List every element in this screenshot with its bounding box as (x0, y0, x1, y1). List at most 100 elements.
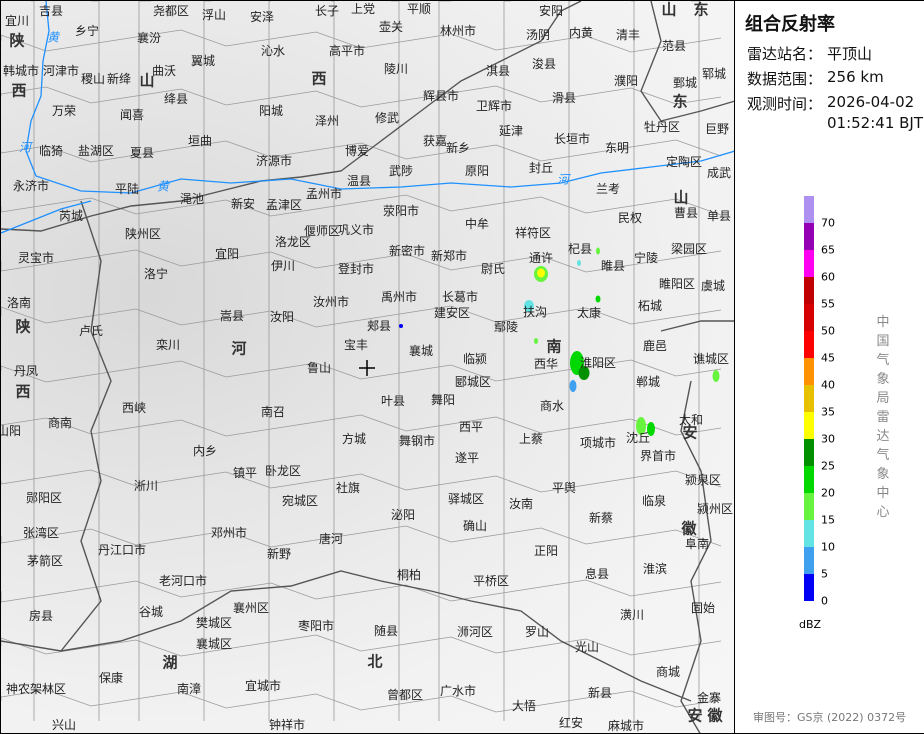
colorbar-tick-label: 25 (821, 459, 835, 473)
place-label: 韩城市 (2, 64, 40, 78)
place-label: 新绛 (106, 72, 132, 86)
place-label: 浉河区 (456, 625, 494, 639)
place-label: 修武 (374, 111, 400, 125)
place-label: 禹州市 (380, 290, 418, 304)
province-label: 西 (11, 81, 27, 100)
colorbar-segment (804, 277, 814, 304)
colorbar-segment (804, 358, 814, 385)
colorbar-tick-label: 15 (821, 513, 835, 527)
place-label: 淇县 (485, 64, 511, 78)
place-label: 新野 (266, 547, 292, 561)
place-label: 临猗 (38, 144, 64, 158)
place-label: 鄄城 (672, 76, 698, 90)
place-label: 吉县 (38, 4, 64, 18)
place-label: 阜南 (684, 537, 710, 551)
place-label: 南漳 (176, 682, 202, 696)
place-label: 广水市 (439, 684, 477, 698)
place-label: 兰考 (595, 182, 621, 196)
place-label: 商城 (655, 665, 681, 679)
place-label: 洛龙区 (274, 235, 312, 249)
place-label: 鄢陵 (493, 320, 519, 334)
colorbar-segment (804, 304, 814, 331)
place-label: 温县 (346, 174, 372, 188)
place-label: 巨野 (704, 122, 730, 136)
place-label: 柘城 (637, 299, 663, 313)
province-label: 徽 (707, 706, 723, 725)
place-label: 宜川 (4, 14, 30, 28)
colorbar-tick-label: 0 (821, 594, 828, 608)
place-label: 沈丘 (625, 431, 651, 445)
province-label: 南 (546, 337, 562, 356)
place-label: 西华 (533, 357, 559, 371)
place-label: 邓州市 (210, 526, 248, 540)
river-label: 黄 (156, 179, 170, 194)
province-label: 山 (673, 188, 689, 207)
place-label: 陵川 (383, 62, 409, 76)
place-label: 固始 (690, 601, 716, 615)
place-label: 获嘉 (422, 134, 448, 148)
place-label: 孟州市 (305, 187, 343, 201)
place-label: 项城市 (579, 436, 617, 450)
place-label: 新郑市 (430, 249, 468, 263)
place-label: 济源市 (255, 154, 293, 168)
place-label: 长垣市 (553, 132, 591, 146)
colorbar-segment (804, 331, 814, 358)
radar-map[interactable]: 吉县 乡宁 尧都区 浮山 安泽 长子 上党 壶关 平顺 林州市 安阳 内黄 清丰 宜川 襄汾 翼城 沁水 高平市陵… (1, 1, 734, 733)
county-border (1, 689, 722, 713)
place-label: 祥符区 (514, 226, 552, 240)
place-label: 红安 (558, 716, 584, 730)
place-label: 牡丹区 (643, 120, 681, 134)
colorbar-tick-label: 10 (821, 540, 835, 554)
place-label: 浚县 (531, 57, 557, 71)
place-label: 尉氏 (480, 262, 506, 276)
place-label: 长葛市 (441, 290, 479, 304)
place-label: 丹江口市 (97, 543, 147, 557)
place-label: 商水 (539, 399, 565, 413)
colorbar-tick-label: 30 (821, 432, 835, 446)
colorbar-segment (804, 385, 814, 412)
echo-cell (537, 268, 545, 278)
echo-cell (534, 338, 538, 344)
place-label: 张湾区 (22, 526, 60, 540)
place-label: 登封市 (337, 262, 375, 276)
echo-cell (596, 247, 600, 255)
place-label: 淅川 (133, 479, 159, 493)
place-label: 安阳 (538, 4, 564, 18)
place-label: 保康 (98, 671, 124, 685)
place-label: 方城 (341, 432, 367, 446)
province-label: 河 (231, 339, 247, 358)
place-label: 翼城 (190, 54, 216, 68)
place-label: 永济市 (12, 179, 50, 193)
colorbar-unit: dBZ (799, 618, 822, 631)
river-label: 黄 (46, 30, 60, 45)
place-label: 太康 (576, 306, 602, 320)
place-label: 虞城 (700, 279, 726, 293)
place-label: 平顺 (406, 2, 432, 16)
place-label: 神农架林区 (5, 682, 67, 696)
province-label: 西 (311, 69, 327, 88)
place-label: 正阳 (533, 544, 559, 558)
place-label: 麻城市 (607, 719, 645, 733)
county-border (1, 85, 722, 108)
place-label: 乡宁 (74, 24, 100, 38)
place-label: 襄州区 (232, 601, 270, 615)
place-label: 商南 (47, 416, 73, 430)
place-label: 山阳 (1, 424, 22, 438)
place-label: 河津市 (42, 64, 80, 78)
place-label: 枣阳市 (297, 619, 335, 633)
place-label: 郾城区 (454, 375, 492, 389)
place-label: 郏县 (366, 319, 392, 333)
colorbar-tick-label: 60 (821, 270, 835, 284)
place-label: 泌阳 (390, 508, 416, 522)
place-label: 卢氏 (78, 324, 104, 338)
county-border (203, 1, 211, 721)
place-label: 盐湖区 (77, 144, 115, 158)
place-label: 宜阳 (214, 247, 240, 261)
place-label: 确山 (462, 519, 488, 533)
colorbar-tick-label: 20 (821, 486, 835, 500)
river-label: 河 (556, 172, 570, 187)
place-label: 曲沃 (151, 64, 177, 78)
place-label: 光山 (574, 640, 600, 654)
info-panel: 组合反射率 雷达站名： 平顶山 数据范围： 256 km 观测时间： 2026-… (734, 1, 924, 733)
place-label: 封丘 (528, 161, 554, 175)
